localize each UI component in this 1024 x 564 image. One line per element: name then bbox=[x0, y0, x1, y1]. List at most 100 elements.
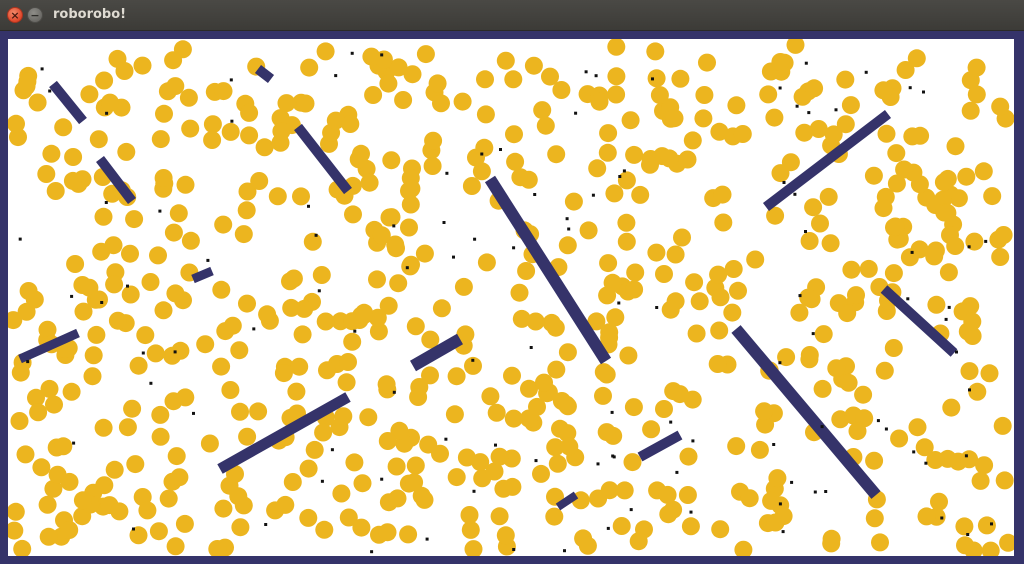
food-item bbox=[299, 508, 318, 527]
food-item bbox=[733, 125, 752, 143]
robot-agent bbox=[392, 390, 396, 394]
food-item bbox=[175, 514, 194, 533]
simulation-canvas[interactable] bbox=[8, 39, 1014, 556]
food-item bbox=[811, 214, 829, 233]
food-item bbox=[388, 489, 407, 508]
food-item bbox=[617, 171, 636, 190]
simulation-arena[interactable] bbox=[8, 39, 1014, 556]
food-item bbox=[727, 437, 746, 456]
food-item bbox=[212, 357, 231, 376]
robot-agent bbox=[651, 77, 654, 81]
food-item bbox=[154, 301, 173, 320]
robot-agent bbox=[778, 502, 782, 506]
food-item bbox=[496, 51, 515, 70]
robot-agent bbox=[320, 479, 324, 483]
food-item bbox=[54, 437, 73, 456]
robot-agent bbox=[778, 361, 782, 365]
food-item bbox=[494, 479, 513, 498]
food-item bbox=[994, 226, 1013, 244]
food-item bbox=[598, 143, 617, 162]
robot-agent bbox=[910, 250, 914, 254]
food-item bbox=[378, 523, 397, 542]
food-item bbox=[214, 215, 233, 234]
food-item bbox=[655, 400, 673, 418]
food-item bbox=[814, 325, 833, 344]
food-item bbox=[214, 499, 233, 518]
food-item bbox=[713, 185, 732, 204]
food-item bbox=[60, 521, 79, 539]
food-item bbox=[399, 525, 418, 544]
food-item bbox=[786, 39, 805, 54]
food-item bbox=[547, 145, 566, 164]
food-item bbox=[167, 447, 186, 466]
food-item bbox=[607, 67, 626, 86]
food-item bbox=[360, 173, 379, 192]
food-item bbox=[315, 520, 334, 539]
food-item bbox=[746, 250, 765, 269]
food-item bbox=[917, 507, 936, 526]
food-item bbox=[865, 509, 884, 528]
food-item bbox=[80, 85, 99, 104]
food-item bbox=[74, 302, 93, 321]
food-item bbox=[110, 502, 129, 521]
food-item bbox=[505, 125, 523, 144]
food-item bbox=[238, 294, 256, 313]
title-bar[interactable]: × − roborobo! bbox=[0, 0, 1024, 31]
food-item bbox=[355, 306, 374, 324]
robot-agent bbox=[192, 411, 195, 415]
robot-agent bbox=[622, 169, 626, 173]
food-item bbox=[579, 221, 598, 240]
food-item bbox=[542, 313, 561, 332]
food-item bbox=[619, 346, 638, 365]
robot-agent bbox=[314, 233, 318, 237]
food-item bbox=[678, 150, 697, 169]
food-item bbox=[887, 144, 906, 163]
food-item bbox=[138, 501, 157, 520]
food-item bbox=[471, 453, 490, 472]
food-item bbox=[159, 489, 178, 508]
robot-agent bbox=[596, 462, 600, 466]
robot-agent bbox=[70, 294, 74, 298]
food-item bbox=[805, 79, 824, 98]
app-window: × − roborobo! bbox=[0, 0, 1024, 564]
food-item bbox=[230, 341, 249, 360]
robot-agent bbox=[782, 181, 786, 184]
robot-agent bbox=[876, 419, 880, 423]
food-item bbox=[960, 362, 979, 381]
food-item bbox=[250, 172, 269, 190]
food-item bbox=[683, 131, 702, 150]
robot-agent bbox=[990, 522, 993, 526]
food-item bbox=[73, 491, 92, 510]
robot-agent bbox=[834, 108, 838, 112]
food-item bbox=[690, 292, 709, 311]
minimize-button[interactable]: − bbox=[27, 7, 43, 23]
food-item bbox=[821, 234, 840, 253]
food-item bbox=[607, 85, 626, 104]
food-item bbox=[750, 440, 769, 459]
food-item bbox=[877, 124, 896, 143]
robot-agent bbox=[452, 255, 455, 259]
food-item bbox=[626, 263, 645, 282]
food-item bbox=[600, 328, 619, 347]
robot-agent bbox=[820, 425, 824, 429]
food-item bbox=[687, 324, 706, 343]
food-item bbox=[176, 388, 195, 407]
robot-agent bbox=[618, 175, 622, 178]
food-item bbox=[983, 187, 1002, 206]
food-item bbox=[221, 122, 240, 141]
food-item bbox=[240, 103, 259, 122]
food-item bbox=[121, 285, 140, 304]
food-item bbox=[847, 286, 865, 305]
close-button[interactable]: × bbox=[7, 7, 23, 23]
food-item bbox=[476, 105, 495, 124]
robot-agent bbox=[617, 301, 621, 305]
robot-agent bbox=[132, 527, 135, 531]
food-item bbox=[624, 398, 643, 417]
food-item bbox=[462, 177, 481, 195]
food-item bbox=[380, 208, 399, 227]
robot-agent bbox=[594, 74, 598, 78]
food-item bbox=[428, 74, 447, 93]
food-item bbox=[824, 125, 843, 144]
food-item bbox=[403, 65, 422, 84]
robot-agent bbox=[206, 258, 210, 262]
